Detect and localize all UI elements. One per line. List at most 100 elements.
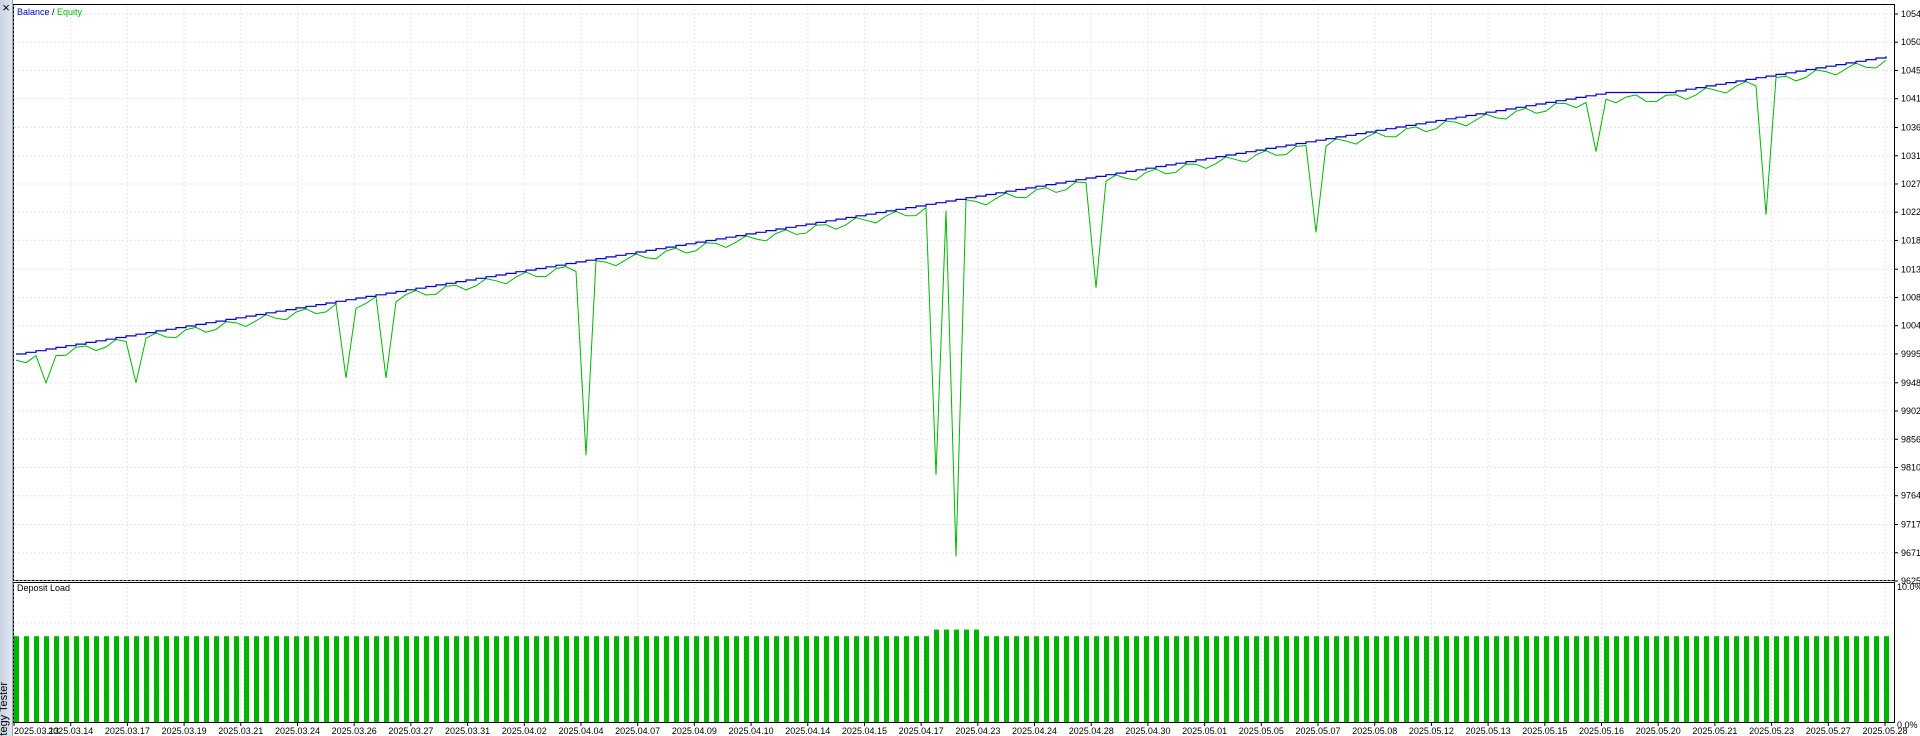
load-bar (1024, 636, 1029, 722)
load-bar (674, 636, 679, 722)
load-bar (1504, 636, 1509, 722)
deposit-load-title: Deposit Load (17, 583, 70, 593)
x-tick-label: 2025.03.21 (218, 726, 263, 736)
load-bar (1184, 636, 1189, 722)
load-bar (1114, 636, 1119, 722)
x-tick-label: 2025.05.12 (1409, 726, 1454, 736)
load-bar (1294, 636, 1299, 722)
load-bar (1384, 636, 1389, 722)
load-bar (164, 636, 169, 722)
load-bar (1234, 636, 1239, 722)
load-bar (1134, 636, 1139, 722)
load-bar (404, 636, 409, 722)
close-icon[interactable]: × (0, 1, 12, 15)
strategy-tester-sidebar: × tegy Tester (0, 0, 13, 736)
load-bar (1304, 636, 1309, 722)
load-bar (454, 636, 459, 722)
x-tick-label: 2025.03.19 (162, 726, 207, 736)
load-bar (584, 636, 589, 722)
load-bar (1254, 636, 1259, 722)
load-bar (654, 636, 659, 722)
load-bar (314, 636, 319, 722)
load-bar (94, 636, 99, 722)
load-bar (1044, 636, 1049, 722)
load-bar (724, 636, 729, 722)
load-bar (44, 636, 49, 722)
load-bar (1714, 636, 1719, 722)
load-bar (414, 636, 419, 722)
load-bar (1354, 636, 1359, 722)
load-bar (904, 636, 909, 722)
x-tick-label: 2025.05.05 (1239, 726, 1284, 736)
y-tick-label: 10272 (1901, 179, 1920, 189)
load-bar (14, 636, 19, 722)
load-bar (1264, 636, 1269, 722)
load-bar (614, 636, 619, 722)
load-bar (1534, 636, 1539, 722)
load-bar (484, 636, 489, 722)
x-tick-label: 2025.03.27 (388, 726, 433, 736)
load-bar (1104, 636, 1109, 722)
load-bar (1564, 636, 1569, 722)
load-bar (184, 636, 189, 722)
x-axis: 2025.03.132025.03.14 2025.03.17 2025.03.19… (13, 722, 1908, 736)
x-tick-label: 2025.04.14 (785, 726, 830, 736)
y-tick-label: 10226 (1901, 207, 1920, 217)
load-bar (774, 636, 779, 722)
y-axis: 10549 10503 10457 10411 10364 10318 10272 10226… (1894, 9, 1920, 586)
tester-chart: 10549 10503 10457 10411 10364 10318 10272 10226… (13, 4, 1920, 736)
load-bar (1654, 636, 1659, 722)
load-bar (204, 636, 209, 722)
x-tick-label: 2025.05.21 (1692, 726, 1737, 736)
load-bar (754, 636, 759, 722)
load-bar (644, 636, 649, 722)
x-tick-label: 2025.05.13 (1466, 726, 1511, 736)
load-bar (1224, 636, 1229, 722)
legend-balance: Balance (17, 7, 50, 17)
load-bar (1414, 636, 1419, 722)
load-bar (1144, 636, 1149, 722)
y-tick-label: 9671 (1901, 548, 1920, 558)
load-bar (1194, 636, 1199, 722)
x-tick-label: 2025.03.26 (332, 726, 377, 736)
load-bar (824, 636, 829, 722)
load-bar (1644, 636, 1649, 722)
load-bar (1754, 636, 1759, 722)
load-bar (1664, 636, 1669, 722)
load-bar (374, 636, 379, 722)
x-tick-label: 2025.04.09 (672, 726, 717, 736)
load-bar (1854, 636, 1859, 722)
load-bar (784, 636, 789, 722)
load-bar (1284, 636, 1289, 722)
load-bar (304, 636, 309, 722)
x-tick-label: 2025.04.23 (955, 726, 1000, 736)
load-bar (1764, 636, 1769, 722)
load-bar (1604, 636, 1609, 722)
load-bar (1544, 636, 1549, 722)
load-bar (524, 636, 529, 722)
legend-separator: / (50, 7, 58, 17)
x-tick-label: 2025.05.15 (1522, 726, 1567, 736)
load-bar (1274, 636, 1279, 722)
load-bar (1454, 636, 1459, 722)
y-tick-label: 9856 (1901, 434, 1920, 444)
load-bar (1884, 636, 1889, 722)
y-tick-label: 9948 (1901, 378, 1920, 388)
load-bar (344, 636, 349, 722)
load-bar (1054, 636, 1059, 722)
load-bar (1834, 636, 1839, 722)
load-bar (1444, 636, 1449, 722)
load-bar (1594, 636, 1599, 722)
load-bar (1814, 636, 1819, 722)
load-bar (1554, 636, 1559, 722)
load-bar (64, 636, 69, 722)
load-bar (704, 636, 709, 722)
load-bar (1574, 636, 1579, 722)
load-bar (1784, 636, 1789, 722)
load-bar (844, 636, 849, 722)
load-bar (214, 636, 219, 722)
x-tick-label: 2025.05.08 (1352, 726, 1397, 736)
load-bar (564, 636, 569, 722)
load-bar (664, 636, 669, 722)
x-tick-label: 2025.04.30 (1125, 726, 1170, 736)
